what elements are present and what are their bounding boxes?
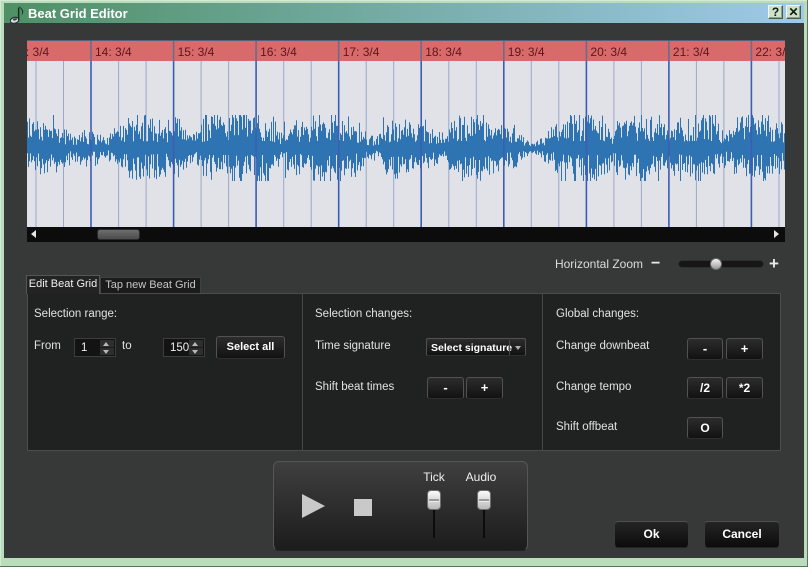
svg-text:14: 3/4: 14: 3/4	[95, 45, 132, 59]
svg-text:18: 3/4: 18: 3/4	[425, 45, 462, 59]
svg-text:20: 3/4: 20: 3/4	[590, 45, 627, 59]
svg-text:22: 3/4: 22: 3/4	[755, 45, 785, 59]
svg-text:15: 3/4: 15: 3/4	[178, 45, 215, 59]
svg-text:19: 3/4: 19: 3/4	[508, 45, 545, 59]
svg-text:21: 3/4: 21: 3/4	[673, 45, 710, 59]
svg-text:13: 3/4: 13: 3/4	[27, 45, 50, 59]
svg-text:17: 3/4: 17: 3/4	[343, 45, 380, 59]
svg-text:16: 3/4: 16: 3/4	[260, 45, 297, 59]
